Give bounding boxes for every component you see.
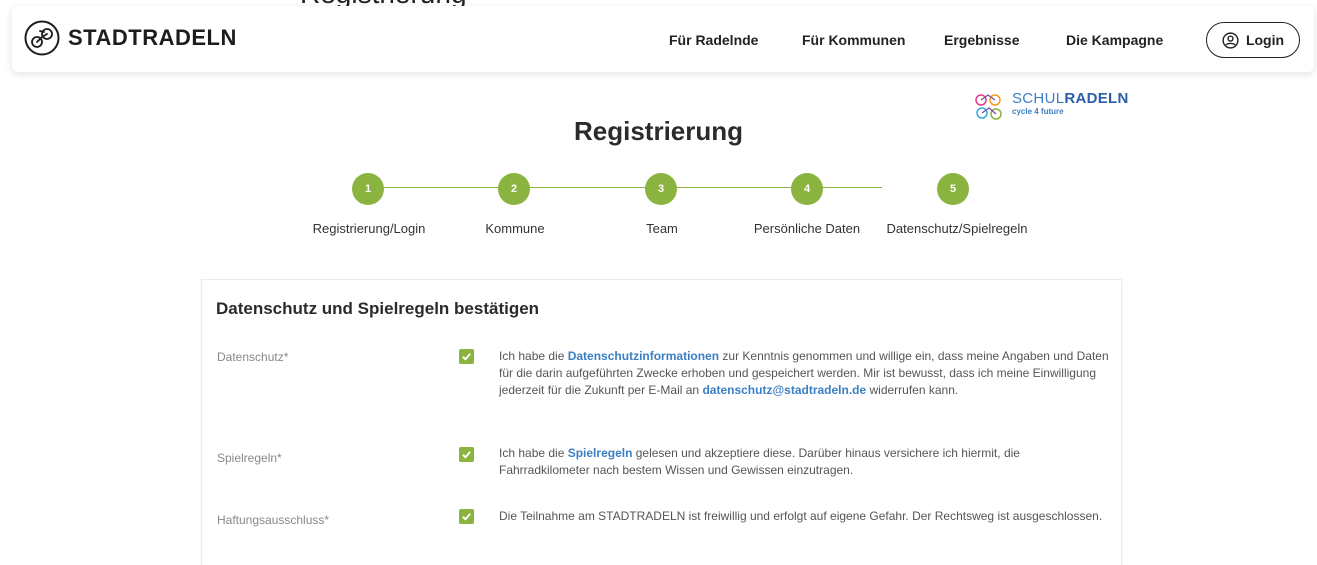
nav-die-kampagne[interactable]: Die Kampagne bbox=[1066, 32, 1163, 48]
datenschutz-label: Datenschutz* bbox=[217, 350, 289, 364]
checkmark-icon bbox=[462, 451, 471, 459]
schul-logo-bold: RADELN bbox=[1064, 90, 1129, 107]
step-4-label: Persönliche Daten bbox=[753, 221, 861, 236]
step-4-circle[interactable]: 4 bbox=[791, 173, 823, 205]
brand-home-link[interactable]: STADTRADELN bbox=[24, 20, 237, 56]
consent-card: Datenschutz und Spielregeln bestätigen D… bbox=[201, 279, 1122, 565]
schul-logo-light: SCHUL bbox=[1012, 90, 1065, 107]
top-navigation-bar: STADTRADELN Für Radelnde Für Kommunen Er… bbox=[12, 6, 1314, 72]
spielregeln-checkbox[interactable] bbox=[459, 447, 474, 462]
step-5-circle[interactable]: 5 bbox=[937, 173, 969, 205]
brand-name: STADTRADELN bbox=[68, 25, 237, 50]
nav-ergebnisse[interactable]: Ergebnisse bbox=[944, 32, 1019, 48]
consent-card-title: Datenschutz und Spielregeln bestätigen bbox=[216, 299, 540, 318]
step-3-circle[interactable]: 3 bbox=[645, 173, 677, 205]
nav-fuer-radelnde[interactable]: Für Radelnde bbox=[669, 32, 758, 48]
datenschutz-text: Ich habe die Datenschutzinformationen zu… bbox=[499, 349, 1109, 397]
checkmark-icon bbox=[462, 353, 471, 361]
spielregeln-link[interactable]: Spielregeln bbox=[568, 446, 633, 460]
datenschutzinformationen-link[interactable]: Datenschutzinformationen bbox=[568, 349, 719, 363]
spielregeln-label: Spielregeln* bbox=[217, 451, 282, 465]
page-title: Registrierung bbox=[573, 116, 744, 146]
step-2-label: Kommune bbox=[485, 221, 545, 236]
step-5-label: Datenschutz/Spielregeln bbox=[886, 221, 1028, 236]
login-button[interactable]: Login bbox=[1206, 22, 1300, 58]
haftungsausschluss-label: Haftungsausschluss* bbox=[217, 513, 330, 527]
step-1-label: Registrierung/Login bbox=[312, 221, 426, 236]
step-3-label: Team bbox=[646, 221, 678, 236]
step-1-circle[interactable]: 1 bbox=[352, 173, 384, 205]
user-circle-icon bbox=[1222, 31, 1239, 49]
login-label: Login bbox=[1245, 32, 1285, 48]
datenschutz-checkbox[interactable] bbox=[459, 349, 474, 364]
step-2-circle[interactable]: 2 bbox=[498, 173, 530, 205]
nav-fuer-kommunen[interactable]: Für Kommunen bbox=[802, 32, 905, 48]
checkmark-icon bbox=[462, 513, 471, 521]
haftungsausschluss-checkbox[interactable] bbox=[459, 509, 474, 524]
spielregeln-text: Ich habe die Spielregeln gelesen und akz… bbox=[499, 446, 1020, 477]
bicycle-logo-icon bbox=[24, 20, 60, 56]
datenschutz-email-link[interactable]: datenschutz@stadtradeln.de bbox=[702, 383, 866, 397]
haftungsausschluss-text: Die Teilnahme am STADTRADELN ist freiwil… bbox=[499, 509, 1103, 523]
